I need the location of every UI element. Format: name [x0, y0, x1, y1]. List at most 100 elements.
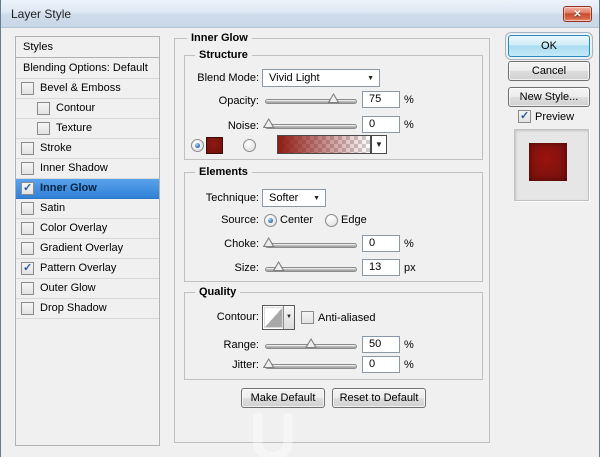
- sidebar-style-item[interactable]: Inner Glow: [16, 179, 159, 199]
- opacity-slider[interactable]: [265, 99, 357, 104]
- preview-panel: [514, 129, 589, 201]
- preview-checkbox[interactable]: [518, 109, 531, 123]
- style-item-label: Outer Glow: [40, 282, 96, 294]
- style-item-label: Color Overlay: [40, 222, 108, 234]
- source-edge-label: Edge: [341, 214, 367, 226]
- style-checkbox[interactable]: [21, 181, 34, 195]
- source-center-radio[interactable]: [264, 214, 277, 227]
- technique-value: Softer: [269, 192, 299, 204]
- sidebar-style-item[interactable]: Outer Glow: [16, 279, 159, 299]
- style-checkbox[interactable]: [37, 122, 50, 135]
- style-checkbox[interactable]: [21, 142, 34, 155]
- choke-unit: %: [404, 238, 414, 250]
- gradient-preview-bar[interactable]: [277, 135, 371, 154]
- close-button[interactable]: ✕: [563, 6, 592, 22]
- contour-picker[interactable]: ▼: [262, 305, 295, 330]
- antialiased-checkbox[interactable]: [301, 311, 314, 324]
- styles-list-items: Bevel & Emboss Contour Texture Stroke In…: [16, 79, 159, 319]
- style-checkbox[interactable]: [21, 242, 34, 255]
- sidebar-style-item[interactable]: Inner Shadow: [16, 159, 159, 179]
- sidebar-style-item[interactable]: Drop Shadow: [16, 299, 159, 319]
- sidebar-style-item[interactable]: Gradient Overlay: [16, 239, 159, 259]
- style-checkbox[interactable]: [37, 102, 50, 115]
- style-checkbox[interactable]: [21, 162, 34, 175]
- new-style-button[interactable]: New Style...: [508, 87, 590, 107]
- contour-label: Contour:: [216, 311, 259, 323]
- range-slider[interactable]: [265, 344, 357, 349]
- source-edge-radio[interactable]: [325, 214, 338, 227]
- opacity-input[interactable]: 75: [362, 91, 400, 108]
- jitter-label: Jitter:: [232, 359, 259, 371]
- glow-color-swatch[interactable]: [206, 137, 223, 154]
- style-checkbox[interactable]: [21, 222, 34, 235]
- contour-thumbnail-icon: [264, 307, 283, 328]
- contour-dropdown-button[interactable]: ▼: [283, 306, 294, 329]
- quality-legend: Quality: [195, 286, 241, 298]
- reset-to-default-button[interactable]: Reset to Default: [332, 388, 426, 408]
- window-title: Layer Style: [11, 7, 72, 21]
- range-input[interactable]: 50: [362, 336, 400, 353]
- titlebar[interactable]: Layer Style ✕: [1, 0, 599, 28]
- style-checkbox[interactable]: [21, 82, 34, 95]
- choke-slider-thumb[interactable]: [263, 237, 275, 247]
- blend-mode-select[interactable]: Vivid Light ▼: [262, 69, 380, 87]
- jitter-input[interactable]: 0: [362, 356, 400, 373]
- gradient-radio[interactable]: [243, 139, 256, 152]
- noise-slider-thumb[interactable]: [263, 118, 275, 128]
- style-item-label: Texture: [56, 122, 93, 134]
- sidebar-style-item[interactable]: Stroke: [16, 139, 159, 159]
- sidebar-style-item[interactable]: Bevel & Emboss: [16, 79, 159, 99]
- size-slider[interactable]: [265, 267, 357, 272]
- style-item-label: Bevel & Emboss: [40, 82, 121, 94]
- styles-list: Blending Options: Default Bevel & Emboss…: [15, 57, 160, 446]
- sidebar-style-item[interactable]: Contour: [16, 99, 159, 119]
- sidebar-style-item[interactable]: Color Overlay: [16, 219, 159, 239]
- solid-color-radio[interactable]: [191, 139, 204, 152]
- size-unit: px: [404, 262, 416, 274]
- choke-input[interactable]: 0: [362, 235, 400, 252]
- range-slider-thumb[interactable]: [305, 338, 317, 348]
- style-item-label: Inner Shadow: [40, 162, 108, 174]
- technique-select[interactable]: Softer ▼: [262, 189, 326, 207]
- choke-label: Choke:: [224, 238, 259, 250]
- noise-input[interactable]: 0: [362, 116, 400, 133]
- style-item-label: Satin: [40, 202, 66, 214]
- noise-label: Noise:: [227, 120, 259, 132]
- sidebar-item-blending-options[interactable]: Blending Options: Default: [16, 58, 159, 79]
- jitter-slider-thumb[interactable]: [263, 358, 275, 368]
- layer-style-dialog: Layer Style ✕ Styles Blending Options: D…: [0, 0, 600, 457]
- close-icon: ✕: [573, 9, 582, 20]
- styles-header: Styles: [15, 36, 160, 58]
- style-item-label: Contour: [56, 102, 96, 114]
- chevron-down-icon: ▼: [375, 140, 383, 149]
- make-default-button[interactable]: Make Default: [241, 388, 325, 408]
- ok-button[interactable]: OK: [508, 35, 590, 57]
- style-checkbox[interactable]: [21, 302, 34, 315]
- sidebar-style-item[interactable]: Texture: [16, 119, 159, 139]
- structure-legend: Structure: [195, 49, 252, 61]
- size-input[interactable]: 13: [362, 259, 400, 276]
- opacity-slider-thumb[interactable]: [328, 93, 340, 103]
- noise-unit: %: [404, 119, 414, 131]
- jitter-unit: %: [404, 359, 414, 371]
- style-checkbox[interactable]: [21, 282, 34, 295]
- sidebar-style-item[interactable]: Pattern Overlay: [16, 259, 159, 279]
- style-checkbox[interactable]: [21, 261, 34, 275]
- style-item-label: Pattern Overlay: [40, 262, 117, 274]
- choke-slider[interactable]: [265, 243, 357, 248]
- size-slider-thumb[interactable]: [273, 261, 285, 271]
- size-label: Size:: [234, 262, 259, 274]
- source-center-label: Center: [280, 214, 314, 226]
- source-label: Source:: [221, 214, 259, 226]
- style-checkbox[interactable]: [21, 202, 34, 215]
- range-label: Range:: [223, 339, 259, 351]
- gradient-picker-button[interactable]: ▼: [371, 135, 387, 154]
- chevron-down-icon: ▼: [313, 195, 320, 202]
- jitter-slider[interactable]: [265, 364, 357, 369]
- noise-slider[interactable]: [265, 124, 357, 129]
- sidebar-style-item[interactable]: Satin: [16, 199, 159, 219]
- opacity-unit: %: [404, 94, 414, 106]
- cancel-button[interactable]: Cancel: [508, 61, 590, 81]
- blend-mode-value: Vivid Light: [269, 72, 320, 84]
- opacity-label: Opacity:: [218, 95, 259, 107]
